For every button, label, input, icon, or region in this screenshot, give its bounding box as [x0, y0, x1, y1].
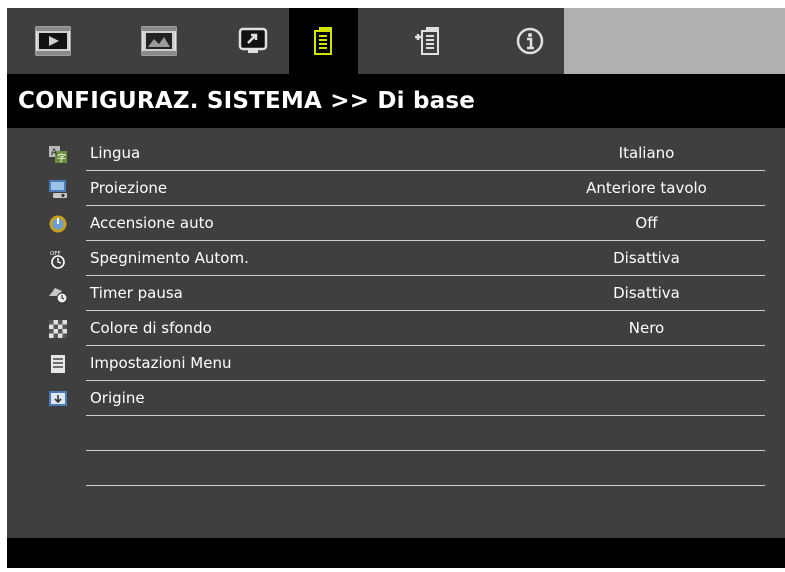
- row-value: Disattiva: [613, 249, 680, 267]
- sleep-timer-icon: z: [49, 287, 68, 304]
- system-config-icon: [313, 27, 332, 55]
- menu-row-lingua[interactable]: A 字 Lingua Italiano: [48, 136, 765, 171]
- language-icon: A 字: [49, 146, 67, 164]
- menu-row-empty: [48, 416, 765, 451]
- background-color-icon: [49, 320, 67, 338]
- page-title: CONFIGURAZ. SISTEMA >> Di base: [18, 88, 476, 114]
- menu-row-timer-pausa[interactable]: z Timer pausa Disattiva: [48, 276, 765, 311]
- osd-menu: CONFIGURAZ. SISTEMA >> Di base A 字 Lingu…: [7, 8, 785, 568]
- advanced-settings-icon: [414, 27, 439, 55]
- row-label: Lingua: [90, 144, 141, 162]
- row-label: Origine: [90, 389, 145, 407]
- tab-display[interactable]: [124, 8, 193, 74]
- tab-bar: [7, 8, 785, 74]
- row-label: Proiezione: [90, 179, 168, 197]
- row-value: Anteriore tavolo: [586, 179, 707, 197]
- menu-row-empty: [48, 451, 765, 486]
- svg-text:z: z: [50, 287, 53, 294]
- row-value: Disattiva: [613, 284, 680, 302]
- menu-row-origine[interactable]: Origine: [48, 381, 765, 416]
- row-value: Nero: [628, 319, 665, 337]
- row-label: Accensione auto: [90, 214, 214, 232]
- source-icon: [49, 391, 67, 406]
- row-label: Impostazioni Menu: [90, 354, 232, 372]
- svg-text:字: 字: [57, 152, 66, 164]
- menu-row-accensione-auto[interactable]: Accensione auto Off: [48, 206, 765, 241]
- row-value: Off: [635, 214, 658, 232]
- tab-advanced-settings[interactable]: [394, 8, 463, 74]
- tab-system-config[interactable]: [289, 8, 358, 74]
- tab-image[interactable]: [18, 8, 87, 74]
- row-divider: [86, 485, 765, 486]
- power-on-icon: [49, 215, 67, 233]
- image-icon: [35, 26, 70, 56]
- menu-row-impostazioni-menu[interactable]: Impostazioni Menu: [48, 346, 765, 381]
- menu-row-colore-di-sfondo[interactable]: Colore di sfondo Nero: [48, 311, 765, 346]
- menu-row-spegnimento-autom[interactable]: OFF Spegnimento Autom. Disattiva: [48, 241, 765, 276]
- title-bar: CONFIGURAZ. SISTEMA >> Di base: [7, 74, 785, 128]
- row-label: Colore di sfondo: [90, 319, 212, 337]
- row-label: Spegnimento Autom.: [90, 249, 249, 267]
- footer-bar: [7, 538, 785, 568]
- row-label: Timer pausa: [90, 284, 183, 302]
- menu-row-proiezione[interactable]: Proiezione Anteriore tavolo: [48, 171, 765, 206]
- tab-setup[interactable]: [218, 8, 287, 74]
- menu-settings-icon: [51, 355, 65, 373]
- tab-bar-fill: [564, 8, 785, 74]
- tab-info[interactable]: [495, 8, 564, 74]
- display-icon: [141, 26, 176, 56]
- row-value: Italiano: [618, 144, 675, 162]
- info-icon: [516, 27, 543, 55]
- setup-icon: [238, 27, 267, 53]
- auto-off-icon: OFF: [50, 251, 65, 269]
- projection-icon: [49, 180, 67, 198]
